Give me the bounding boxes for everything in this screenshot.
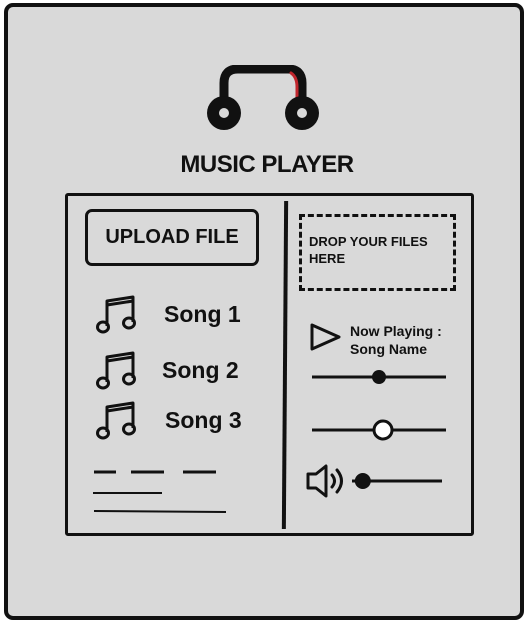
- secondary-slider[interactable]: [310, 418, 450, 442]
- music-note-icon: [96, 295, 136, 334]
- volume-control: [304, 462, 444, 500]
- secondary-slider-track: [312, 419, 446, 441]
- song-item-1[interactable]: Song 1: [96, 291, 241, 337]
- music-note-icon: [96, 351, 136, 390]
- song-label: Song 2: [162, 356, 239, 383]
- slider-handle[interactable]: [372, 419, 394, 441]
- song-item-2[interactable]: Song 2: [96, 347, 239, 393]
- text-placeholder-lines: [93, 470, 227, 513]
- app-window: MUSIC PLAYER UPLOAD FILE Song 1 Song 2 S…: [4, 3, 524, 620]
- progress-slider[interactable]: [310, 366, 450, 388]
- drop-zone-text-line2: HERE: [309, 251, 346, 266]
- now-playing-song-name: Song Name: [350, 341, 428, 357]
- song-label: Song 3: [165, 406, 242, 433]
- app-title: MUSIC PLAYER: [180, 151, 354, 178]
- progress-slider-track: [312, 370, 446, 384]
- volume-slider[interactable]: [304, 462, 444, 500]
- music-note-icon: [96, 401, 136, 440]
- now-playing: Now Playing : Song Name: [308, 322, 468, 362]
- headphones-icon: [207, 65, 319, 130]
- player-panel: UPLOAD FILE Song 1 Song 2 Song 3 DROP YO…: [65, 193, 474, 536]
- upload-file-button[interactable]: UPLOAD FILE: [85, 209, 259, 266]
- drop-zone[interactable]: DROP YOUR FILES HERE: [299, 214, 456, 291]
- play-icon[interactable]: [308, 322, 344, 354]
- volume-icon[interactable]: [306, 464, 343, 498]
- slider-handle[interactable]: [372, 370, 386, 384]
- panel-divider: [281, 201, 289, 529]
- slider-handle[interactable]: [354, 473, 371, 489]
- now-playing-label: Now Playing :: [350, 323, 442, 339]
- drop-zone-text-line1: DROP YOUR FILES: [309, 234, 428, 249]
- song-label: Song 1: [164, 300, 241, 327]
- song-item-3[interactable]: Song 3: [96, 397, 242, 443]
